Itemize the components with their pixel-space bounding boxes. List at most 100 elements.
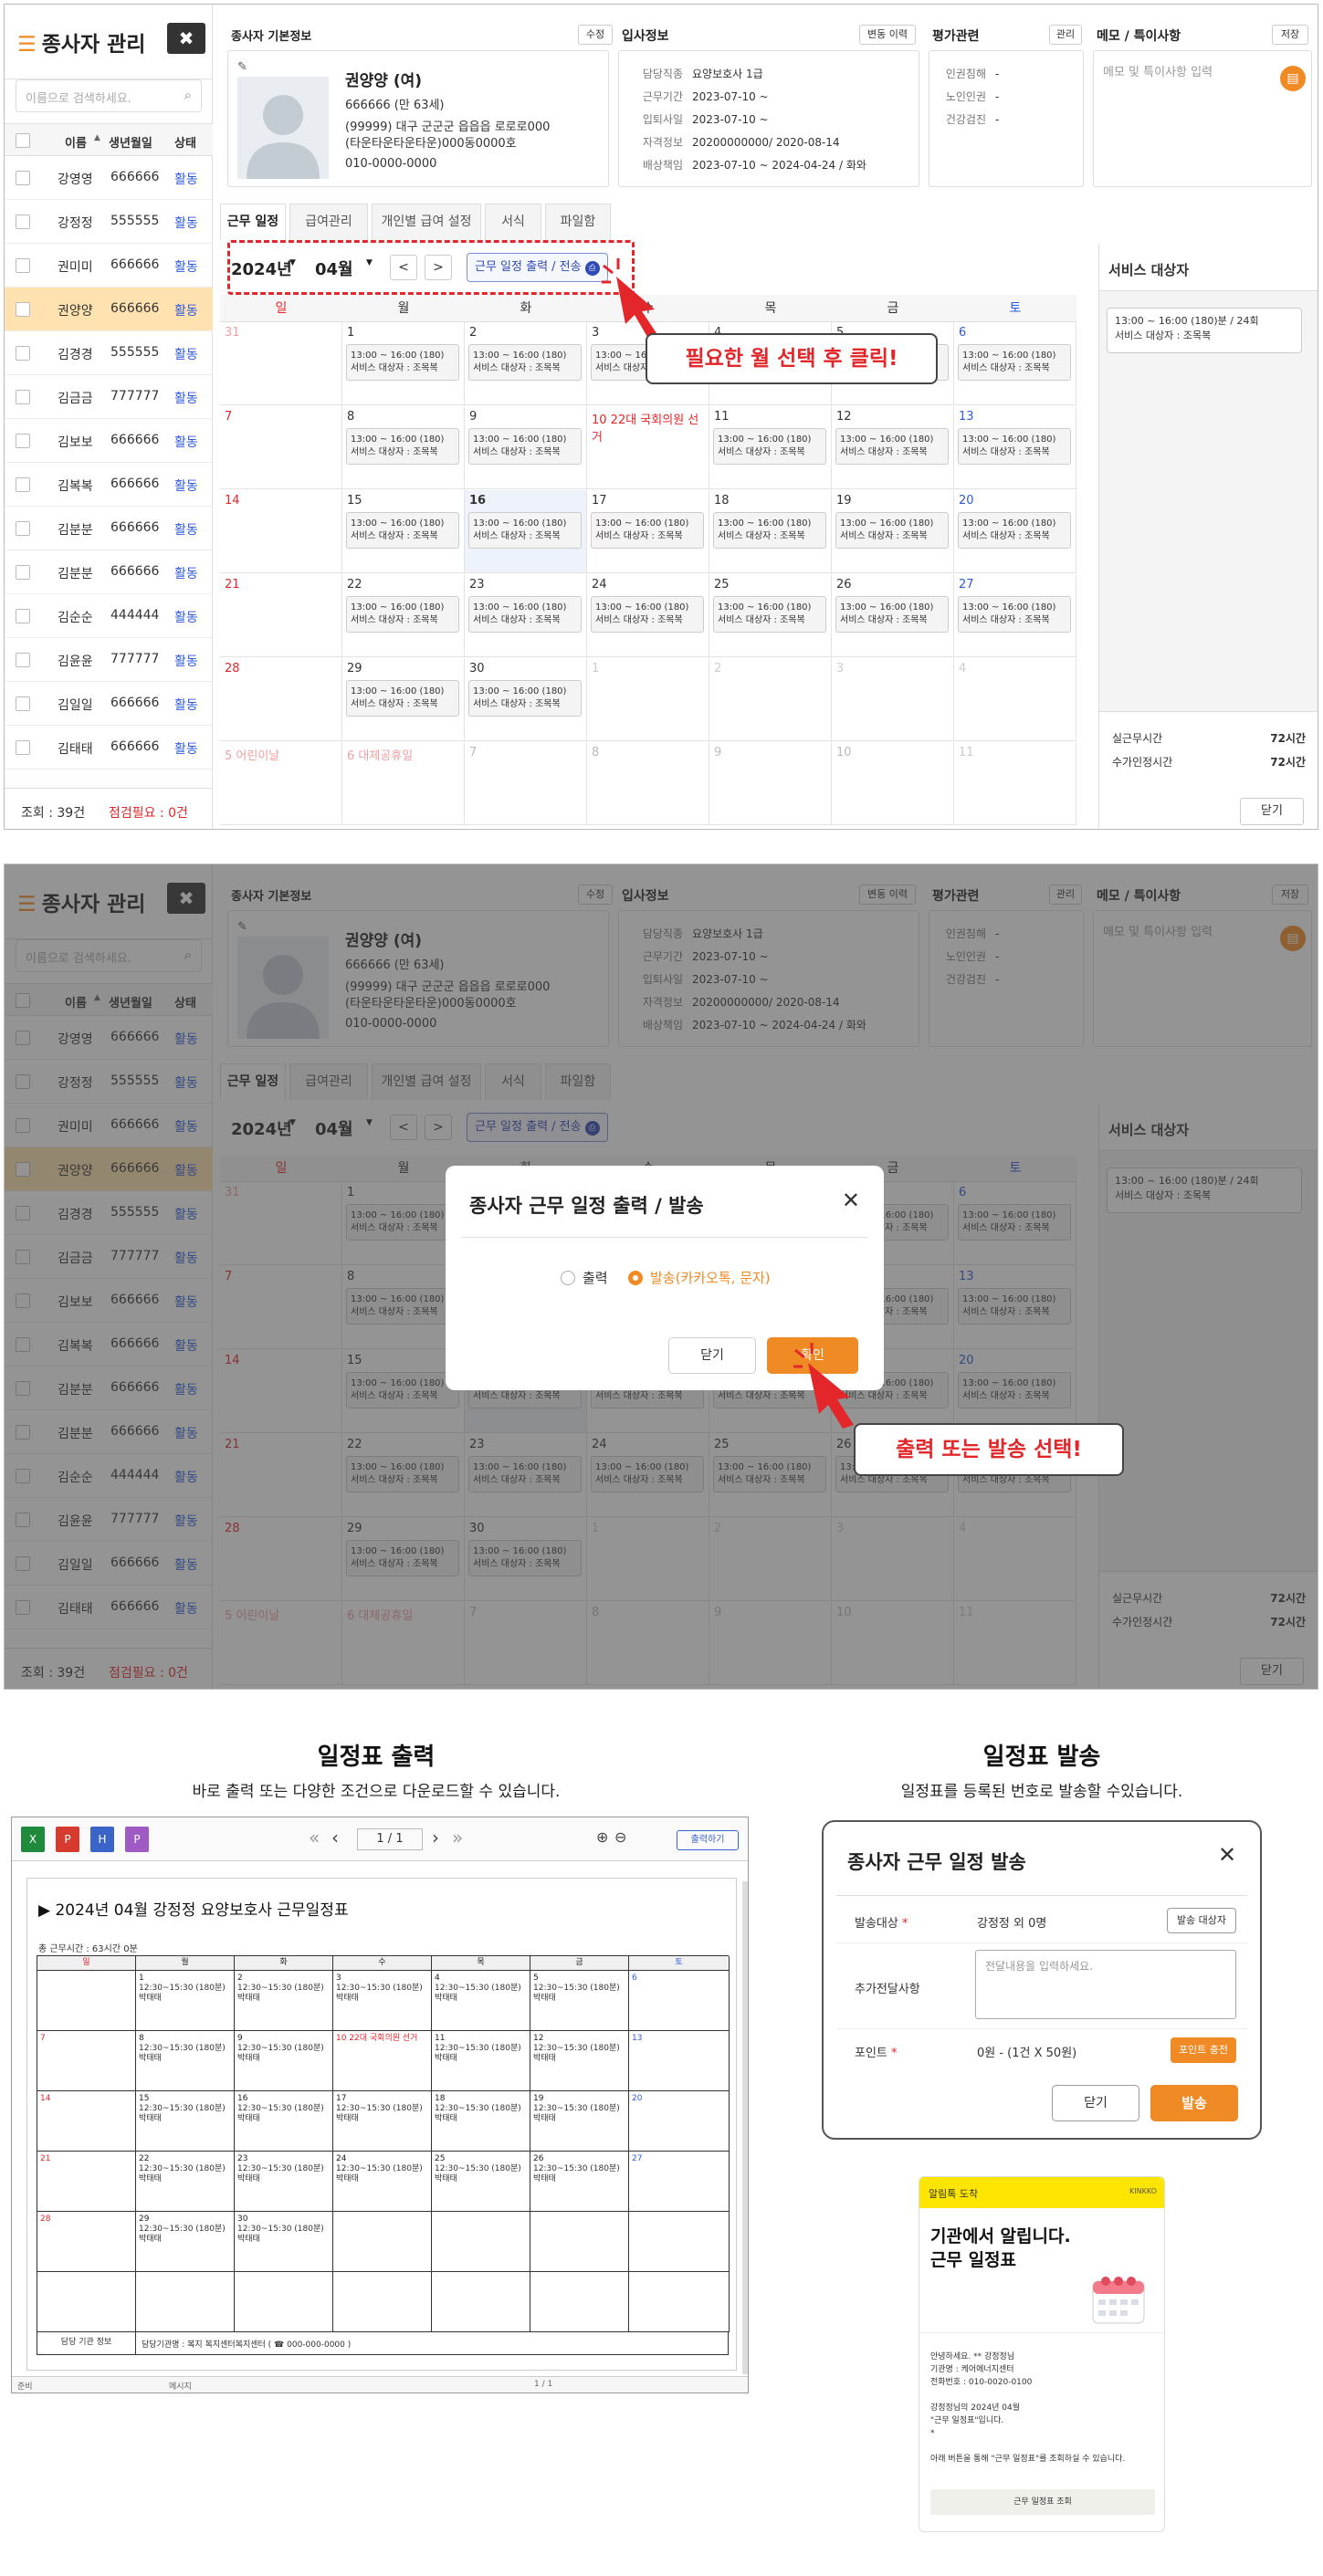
print-button[interactable]: 출력하기 (677, 1830, 739, 1850)
employee-row[interactable]: 권양양 666666 활동 (5, 288, 213, 331)
calendar-day[interactable]: 26 13:00 ~ 16:00 (180) 서비스 대상자 : 조목복 (832, 574, 954, 657)
calendar-day[interactable]: 22 13:00 ~ 16:00 (180) 서비스 대상자 : 조목복 (342, 574, 465, 657)
employee-row[interactable]: 권미미 666666 활동 (5, 244, 213, 288)
calendar-day[interactable]: 14 (220, 490, 342, 573)
schedule-event[interactable]: 13:00 ~ 16:00 (180) 서비스 대상자 : 조목복 (958, 596, 1071, 633)
calendar-day[interactable]: 11 (954, 742, 1076, 825)
schedule-event[interactable]: 13:00 ~ 16:00 (180) 서비스 대상자 : 조목복 (468, 512, 582, 549)
calendar-day[interactable]: 15 13:00 ~ 16:00 (180) 서비스 대상자 : 조목복 (342, 490, 465, 573)
modal-cancel-button[interactable]: 닫기 (668, 1337, 756, 1374)
calendar-day[interactable]: 28 (220, 658, 342, 741)
close-icon[interactable]: ✕ (1218, 1842, 1236, 1868)
schedule-event[interactable]: 13:00 ~ 16:00 (180) 서비스 대상자 : 조목복 (591, 596, 704, 633)
last-page-icon[interactable]: » (452, 1827, 463, 1848)
scrollbar[interactable] (742, 1881, 748, 2374)
row-checkbox[interactable] (16, 390, 30, 404)
calendar-day[interactable]: 31 (220, 322, 342, 405)
calendar-day[interactable]: 23 13:00 ~ 16:00 (180) 서비스 대상자 : 조목복 (465, 574, 587, 657)
employee-row[interactable]: 강정정 555555 활동 (5, 200, 213, 244)
calendar-day[interactable]: 16 13:00 ~ 16:00 (180) 서비스 대상자 : 조목복 (465, 490, 587, 573)
calendar-day[interactable]: 25 13:00 ~ 16:00 (180) 서비스 대상자 : 조목복 (709, 574, 832, 657)
schedule-event[interactable]: 13:00 ~ 16:00 (180) 서비스 대상자 : 조목복 (346, 344, 459, 381)
memo-textarea[interactable]: 메모 및 특이사항 입력 ▤ (1093, 50, 1312, 187)
row-checkbox[interactable] (16, 171, 30, 185)
zoom-out-icon[interactable]: ⊖ (614, 1828, 626, 1846)
employee-row[interactable]: 김태태 666666 활동 (5, 726, 213, 770)
calendar-day[interactable]: 3 (832, 658, 954, 741)
tab-schedule[interactable]: 근무 일정 (220, 204, 286, 240)
calendar-day[interactable]: 27 13:00 ~ 16:00 (180) 서비스 대상자 : 조목복 (954, 574, 1076, 657)
search-icon[interactable]: ⌕ (184, 87, 192, 103)
calendar-day[interactable]: 1 13:00 ~ 16:00 (180) 서비스 대상자 : 조목복 (342, 322, 465, 405)
schedule-event[interactable]: 13:00 ~ 16:00 (180) 서비스 대상자 : 조목복 (835, 512, 949, 549)
service-client-item[interactable]: 13:00 ~ 16:00 (180)분 / 24회서비스 대상자 : 조목복 (1107, 308, 1302, 353)
employee-row[interactable]: 김분분 666666 활동 (5, 507, 213, 550)
schedule-event[interactable]: 13:00 ~ 16:00 (180) 서비스 대상자 : 조목복 (835, 596, 949, 633)
edit-icon[interactable]: ✎ (237, 60, 247, 74)
schedule-event[interactable]: 13:00 ~ 16:00 (180) 서비스 대상자 : 조목복 (958, 344, 1071, 381)
calendar-day[interactable]: 2 (709, 658, 832, 741)
radio-send[interactable]: 발송(카카오톡, 문자) (628, 1268, 771, 1287)
hwp-icon[interactable]: H (90, 1827, 114, 1852)
profile-edit-button[interactable]: 수정 (578, 25, 613, 45)
calendar-day[interactable]: 1 (587, 658, 709, 741)
calendar-day[interactable]: 30 13:00 ~ 16:00 (180) 서비스 대상자 : 조목복 (465, 658, 587, 741)
calendar-day[interactable]: 8 13:00 ~ 16:00 (180) 서비스 대상자 : 조목복 (342, 406, 465, 489)
calendar-day[interactable]: 17 13:00 ~ 16:00 (180) 서비스 대상자 : 조목복 (587, 490, 709, 573)
select-all-checkbox[interactable] (16, 133, 30, 148)
row-checkbox[interactable] (16, 609, 30, 623)
calendar-day[interactable]: 8 (587, 742, 709, 825)
schedule-event[interactable]: 13:00 ~ 16:00 (180) 서비스 대상자 : 조목복 (591, 512, 704, 549)
calendar-day[interactable]: 5 어린이날 (220, 742, 342, 825)
employee-row[interactable]: 김윤윤 777777 활동 (5, 638, 213, 682)
employee-row[interactable]: 김순순 444444 활동 (5, 594, 213, 638)
schedule-event[interactable]: 13:00 ~ 16:00 (180) 서비스 대상자 : 조목복 (713, 428, 826, 465)
row-checkbox[interactable] (16, 653, 30, 667)
menu-icon[interactable]: ☰ (17, 33, 37, 57)
employee-row[interactable]: 김금금 777777 활동 (5, 375, 213, 419)
schedule-event[interactable]: 13:00 ~ 16:00 (180) 서비스 대상자 : 조목복 (346, 428, 459, 465)
schedule-event[interactable]: 13:00 ~ 16:00 (180) 서비스 대상자 : 조목복 (958, 428, 1071, 465)
calendar-day[interactable]: 18 13:00 ~ 16:00 (180) 서비스 대상자 : 조목복 (709, 490, 832, 573)
employee-row[interactable]: 김경경 555555 활동 (5, 331, 213, 375)
calendar-day[interactable]: 6 대체공휴일 (342, 742, 465, 825)
schedule-event[interactable]: 13:00 ~ 16:00 (180) 서비스 대상자 : 조목복 (835, 428, 949, 465)
send-cancel-button[interactable]: 닫기 (1052, 2085, 1139, 2121)
tab-salary-setting[interactable]: 개인별 급여 설정 (372, 204, 481, 240)
calendar-day[interactable]: 7 (465, 742, 587, 825)
radio-print-circle[interactable] (561, 1271, 575, 1285)
history-button[interactable]: 변동 이력 (859, 25, 916, 45)
employee-row[interactable]: 강영영 666666 활동 (5, 156, 213, 200)
schedule-event[interactable]: 13:00 ~ 16:00 (180) 서비스 대상자 : 조목복 (468, 428, 582, 465)
row-checkbox[interactable] (16, 302, 30, 317)
calendar-day[interactable]: 19 13:00 ~ 16:00 (180) 서비스 대상자 : 조목복 (832, 490, 954, 573)
sort-icon[interactable]: ▲ (94, 133, 100, 142)
employee-row[interactable]: 김일일 666666 활동 (5, 682, 213, 726)
employee-search-input[interactable]: 이름으로 검색하세요. ⌕ (16, 79, 202, 112)
radio-send-circle[interactable] (628, 1271, 643, 1285)
sidebar-close-button[interactable]: ✖ (167, 23, 205, 54)
kakao-view-button[interactable]: 근무 일정표 조회 (930, 2489, 1155, 2515)
close-icon[interactable]: ✕ (842, 1188, 860, 1213)
calendar-day[interactable]: 13 13:00 ~ 16:00 (180) 서비스 대상자 : 조목복 (954, 406, 1076, 489)
schedule-event[interactable]: 13:00 ~ 16:00 (180) 서비스 대상자 : 조목복 (713, 596, 826, 633)
row-checkbox[interactable] (16, 696, 30, 711)
zoom-in-icon[interactable]: ⊕ (596, 1828, 608, 1846)
row-checkbox[interactable] (16, 215, 30, 229)
memo-icon[interactable]: ▤ (1280, 66, 1306, 91)
calendar-day[interactable]: 10 (832, 742, 954, 825)
schedule-event[interactable]: 13:00 ~ 16:00 (180) 서비스 대상자 : 조목복 (713, 512, 826, 549)
employee-row[interactable]: 김분분 666666 활동 (5, 550, 213, 594)
next-page-icon[interactable]: › (432, 1827, 439, 1848)
calendar-day[interactable]: 10 22대 국회의원 선거 (587, 406, 709, 489)
page-indicator[interactable]: 1 / 1 (357, 1828, 423, 1850)
calendar-day[interactable]: 11 13:00 ~ 16:00 (180) 서비스 대상자 : 조목복 (709, 406, 832, 489)
tab-files[interactable]: 파일함 (545, 204, 611, 240)
calendar-day[interactable]: 7 (220, 406, 342, 489)
schedule-event[interactable]: 13:00 ~ 16:00 (180) 서비스 대상자 : 조목복 (346, 596, 459, 633)
service-close-button[interactable]: 닫기 (1240, 798, 1304, 825)
send-button[interactable]: 발송 (1150, 2085, 1238, 2121)
excel-icon[interactable]: X (21, 1827, 45, 1852)
evaluation-manage-button[interactable]: 관리 (1049, 25, 1082, 45)
calendar-day[interactable]: 4 (954, 658, 1076, 741)
